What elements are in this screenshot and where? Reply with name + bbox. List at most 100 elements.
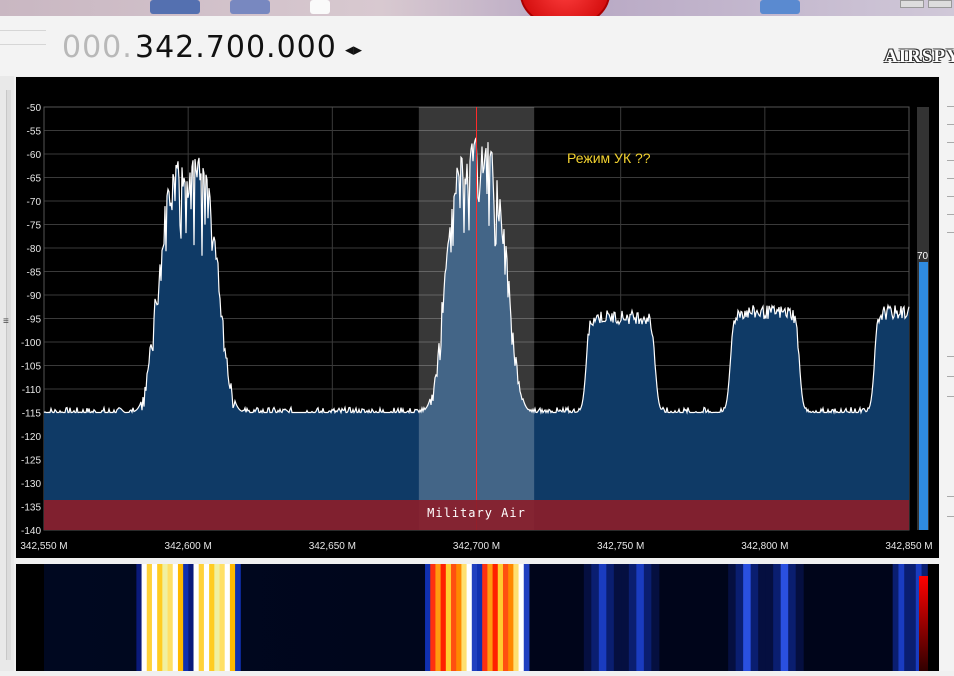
toolbar-divider xyxy=(0,44,46,45)
waterfall-signal-stripe xyxy=(466,564,473,671)
waterfall-panel[interactable] xyxy=(16,564,939,671)
waterfall-signal-stripe xyxy=(167,564,174,671)
signal-meter-bar xyxy=(919,261,928,530)
waterfall-signal-stripe xyxy=(621,564,630,671)
panel-tick xyxy=(947,106,954,107)
waterfall-display[interactable] xyxy=(16,564,939,671)
panel-tick xyxy=(947,232,954,233)
waterfall-signal-stripe xyxy=(758,564,767,671)
waterfall-signal-stripe xyxy=(636,564,645,671)
waterfall-signal-stripe xyxy=(136,564,143,671)
frequency-display[interactable]: 342.700.000 xyxy=(135,30,337,65)
left-panel-collapsed[interactable]: ≡ xyxy=(0,76,14,671)
waterfall-signal-stripe xyxy=(765,564,774,671)
frequency-step-arrows[interactable]: ◂▸ xyxy=(345,40,362,60)
frequency-dim-prefix[interactable]: 000. xyxy=(62,30,133,65)
waterfall-signal-stripe xyxy=(598,564,607,671)
y-tick-label: -70 xyxy=(27,197,42,208)
waterfall-signal-stripe xyxy=(183,564,189,671)
waterfall-signal-stripe xyxy=(451,564,457,671)
waterfall-signal-stripe xyxy=(518,564,525,671)
background-blob xyxy=(310,0,330,14)
waterfall-signal-stripe xyxy=(198,564,205,671)
waterfall-signal-stripe xyxy=(235,564,241,671)
y-tick-label: -75 xyxy=(27,221,42,232)
x-tick-label: 342,550 M xyxy=(20,541,67,552)
waterfall-signal-stripe xyxy=(193,564,200,671)
waterfall-signal-stripe xyxy=(728,564,737,671)
waterfall-signal-stripe xyxy=(492,564,499,671)
waterfall-signal-stripe xyxy=(172,564,179,671)
background-strip xyxy=(0,0,954,16)
right-panel-clipped xyxy=(940,76,954,671)
waterfall-signal-stripe xyxy=(613,564,622,671)
window-minimize-button[interactable] xyxy=(900,0,924,8)
x-tick-label: 342,750 M xyxy=(597,541,644,552)
panel-tick xyxy=(947,124,954,125)
y-tick-label: -90 xyxy=(27,291,42,302)
spectrum-panel[interactable]: -50 -55 -60 -65 -70 -75 -80 -85 -90 -95 -100 -105 -1… xyxy=(16,77,939,558)
waterfall-signal-stripe xyxy=(162,564,169,671)
y-tick-label: -115 xyxy=(22,409,42,420)
y-tick-label: -55 xyxy=(27,127,42,138)
panel-grip-icon[interactable]: ≡ xyxy=(3,316,9,327)
signal-meter-value: 70 xyxy=(917,251,929,262)
panel-tick xyxy=(947,178,954,179)
waterfall-signal-stripe xyxy=(591,564,600,671)
panel-tick xyxy=(947,142,954,143)
waterfall-signal-stripe xyxy=(651,564,660,671)
y-tick-label: -80 xyxy=(27,244,42,255)
frequency-toolbar: 000. 342.700.000 ◂▸ AIRSPY xyxy=(0,16,954,76)
waterfall-signal-stripe xyxy=(157,564,163,671)
waterfall-signal-stripe xyxy=(471,564,478,671)
background-blob xyxy=(760,0,800,14)
left-panel-splitter[interactable] xyxy=(6,90,11,660)
waterfall-signal-stripe xyxy=(219,564,226,671)
waterfall-signal-stripe xyxy=(910,564,917,671)
waterfall-signal-stripe xyxy=(146,564,153,671)
background-blob xyxy=(150,0,200,14)
waterfall-signal-stripe xyxy=(628,564,637,671)
waterfall-signal-stripe xyxy=(773,564,782,671)
y-tick-label: -110 xyxy=(22,385,42,396)
y-tick-label: -135 xyxy=(21,503,41,514)
panel-tick xyxy=(947,516,954,517)
panel-tick xyxy=(947,214,954,215)
x-tick-label: 342,600 M xyxy=(165,541,212,552)
y-tick-label: -60 xyxy=(27,150,42,161)
waterfall-signal-stripe xyxy=(445,564,452,671)
waterfall-signal-stripe xyxy=(188,564,195,671)
x-tick-label: 342,650 M xyxy=(309,541,356,552)
band-plan-label: Military Air xyxy=(427,506,526,520)
waterfall-signal-stripe xyxy=(435,564,442,671)
window-maximize-button[interactable] xyxy=(928,0,952,8)
panel-tick xyxy=(947,356,954,357)
waterfall-signal-stripe xyxy=(497,564,504,671)
panel-tick xyxy=(947,160,954,161)
waterfall-signal-stripe xyxy=(606,564,615,671)
waterfall-signal-stripe xyxy=(788,564,797,671)
waterfall-signal-stripe xyxy=(487,564,494,671)
waterfall-signal-stripe xyxy=(209,564,215,671)
waterfall-signal-stripe xyxy=(203,564,210,671)
waterfall-level-meter xyxy=(919,576,928,671)
y-tick-label: -50 xyxy=(27,103,42,114)
waterfall-signal-stripe xyxy=(430,564,436,671)
waterfall-signal-stripe xyxy=(151,564,158,671)
spectrum-chart[interactable]: -50 -55 -60 -65 -70 -75 -80 -85 -90 -95 -100 -105 -1… xyxy=(16,77,939,558)
y-tick-label: -95 xyxy=(27,315,42,326)
waterfall-signal-stripe xyxy=(508,564,514,671)
waterfall-signal-stripe xyxy=(750,564,759,671)
waterfall-signal-stripe xyxy=(214,564,221,671)
waterfall-signal-stripe xyxy=(456,564,462,671)
y-tick-label: -130 xyxy=(21,479,41,490)
annotation-text: Режим УК ?? xyxy=(567,150,651,166)
waterfall-signal-stripe xyxy=(513,564,520,671)
waterfall-signal-stripe xyxy=(425,564,431,671)
waterfall-signal-stripe xyxy=(177,564,184,671)
y-tick-label: -85 xyxy=(27,268,42,279)
toolbar-divider xyxy=(0,30,46,31)
waterfall-signal-stripe xyxy=(482,564,488,671)
waterfall-signal-stripe xyxy=(904,564,911,671)
panel-tick xyxy=(947,376,954,377)
